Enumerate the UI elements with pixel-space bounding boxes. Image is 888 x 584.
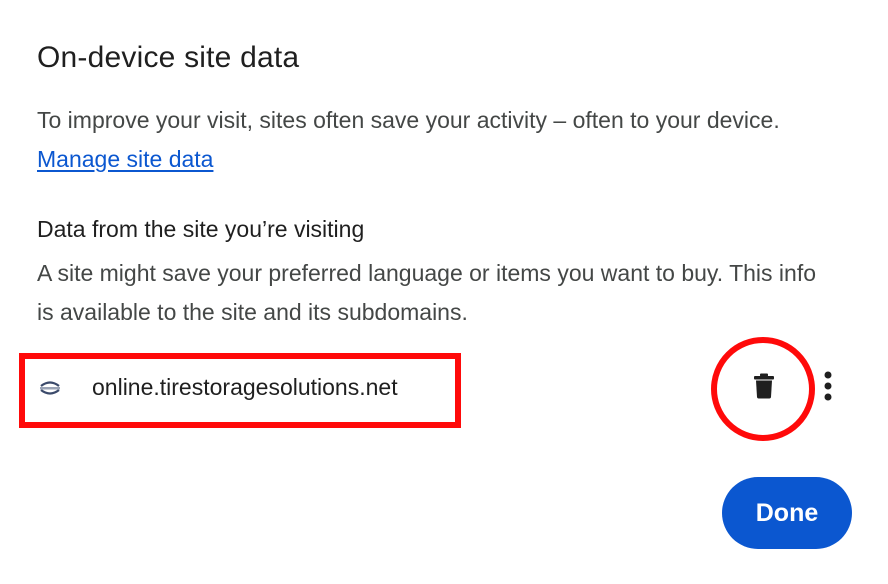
more-options-button[interactable] [816, 370, 840, 406]
delete-site-data-button[interactable] [744, 368, 784, 408]
section-description: A site might save your preferred languag… [37, 260, 817, 325]
intro-paragraph: To improve your visit, sites often save … [37, 101, 837, 179]
done-button[interactable]: Done [722, 477, 852, 549]
dialog-title: On-device site data [37, 41, 300, 74]
more-vert-icon [824, 371, 832, 406]
intro-text: To improve your visit, sites often save … [37, 107, 780, 133]
section-title: Data from the site you’re visiting [37, 216, 365, 242]
site-favicon-icon [38, 376, 62, 400]
site-data-dialog: On-device site data To improve your visi… [0, 0, 888, 584]
site-name: online.tirestoragesolutions.net [92, 374, 398, 400]
trash-icon [753, 373, 775, 404]
manage-site-data-link[interactable]: Manage site data [37, 146, 213, 172]
